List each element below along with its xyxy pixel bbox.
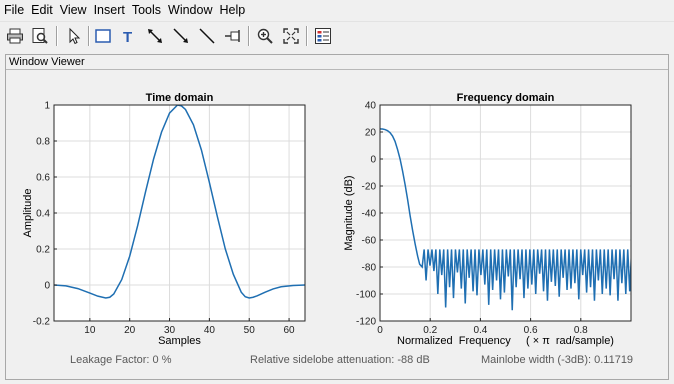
rectangle-button[interactable] (92, 25, 114, 47)
fit-icon (283, 28, 299, 44)
fit-button[interactable] (280, 25, 302, 47)
window-viewer-panel: Window Viewer (5, 54, 669, 380)
zoom-in-button[interactable] (254, 25, 276, 47)
pointer-icon (69, 27, 81, 45)
menu-insert[interactable]: Insert (90, 0, 128, 20)
print-preview-button[interactable] (29, 25, 51, 47)
menu-help[interactable]: Help (216, 0, 249, 20)
arrow-button[interactable] (170, 25, 192, 47)
mainlobe-width-label: Mainlobe width (-3dB): 0.11719 (481, 354, 634, 366)
double-arrow-button[interactable] (144, 25, 166, 47)
menu-edit[interactable]: Edit (27, 0, 56, 20)
pin-button[interactable] (222, 25, 244, 47)
arrow-icon (173, 28, 188, 43)
menu-view[interactable]: View (56, 0, 90, 20)
print-preview-icon (32, 28, 48, 44)
menu-bar: File Edit View Insert Tools Window Help (0, 0, 674, 20)
svg-text:T: T (123, 29, 132, 45)
legend-button[interactable] (312, 25, 334, 47)
menu-tools[interactable]: Tools (128, 0, 164, 20)
pointer-button[interactable] (62, 25, 84, 47)
print-button[interactable] (4, 25, 26, 47)
rectangle-icon (95, 29, 111, 43)
panel-divider (6, 69, 668, 70)
text-button[interactable]: T (118, 25, 140, 47)
line-button[interactable] (196, 25, 218, 47)
legend-icon (315, 28, 331, 44)
double-arrow-icon (148, 29, 162, 43)
menu-file[interactable]: File (0, 0, 27, 20)
leakage-factor-label: Leakage Factor: 0 % (70, 354, 172, 366)
text-icon: T (123, 29, 132, 45)
print-icon (7, 28, 23, 44)
menu-window[interactable]: Window (164, 0, 215, 20)
pin-icon (225, 30, 240, 42)
zoom-in-icon (257, 28, 273, 44)
panel-title: Window Viewer (9, 56, 85, 68)
toolbar: T (0, 21, 674, 49)
line-icon (199, 28, 215, 44)
sidelobe-attenuation-label: Relative sidelobe attenuation: -88 dB (250, 354, 430, 366)
